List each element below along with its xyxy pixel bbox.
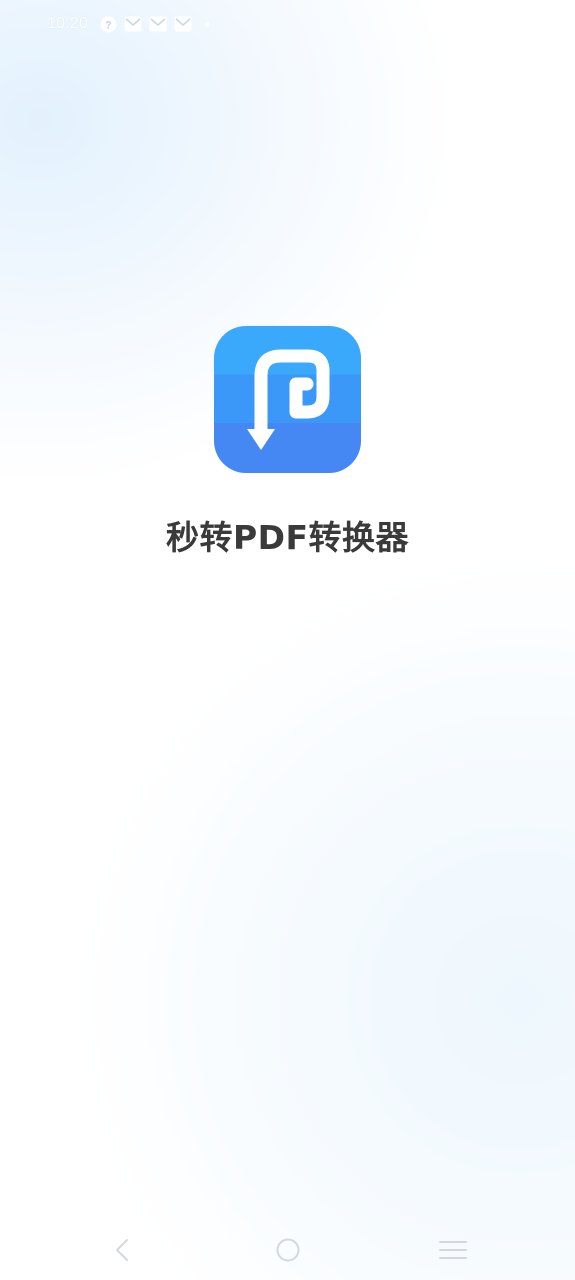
home-button[interactable]: [268, 1230, 308, 1270]
mail-icon: [149, 15, 167, 33]
mail-icon: [174, 15, 192, 33]
status-bar: 10:20 ?: [0, 0, 575, 48]
help-circle-icon: ?: [99, 15, 117, 33]
mail-icon: [124, 15, 142, 33]
splash-screen: 秒转PDF转换器: [0, 326, 575, 559]
pdf-arrow-logo-icon: [214, 326, 361, 473]
status-time: 10:20: [47, 15, 89, 32]
svg-text:?: ?: [105, 19, 112, 31]
navigation-bar: [0, 1220, 575, 1280]
notification-dot-icon: [205, 21, 211, 27]
recent-apps-button[interactable]: [433, 1230, 473, 1270]
recent-apps-icon: [439, 1241, 467, 1259]
back-icon: [115, 1239, 128, 1261]
back-button[interactable]: [102, 1230, 142, 1270]
app-name: 秒转PDF转换器: [165, 518, 410, 557]
home-icon: [276, 1238, 300, 1262]
